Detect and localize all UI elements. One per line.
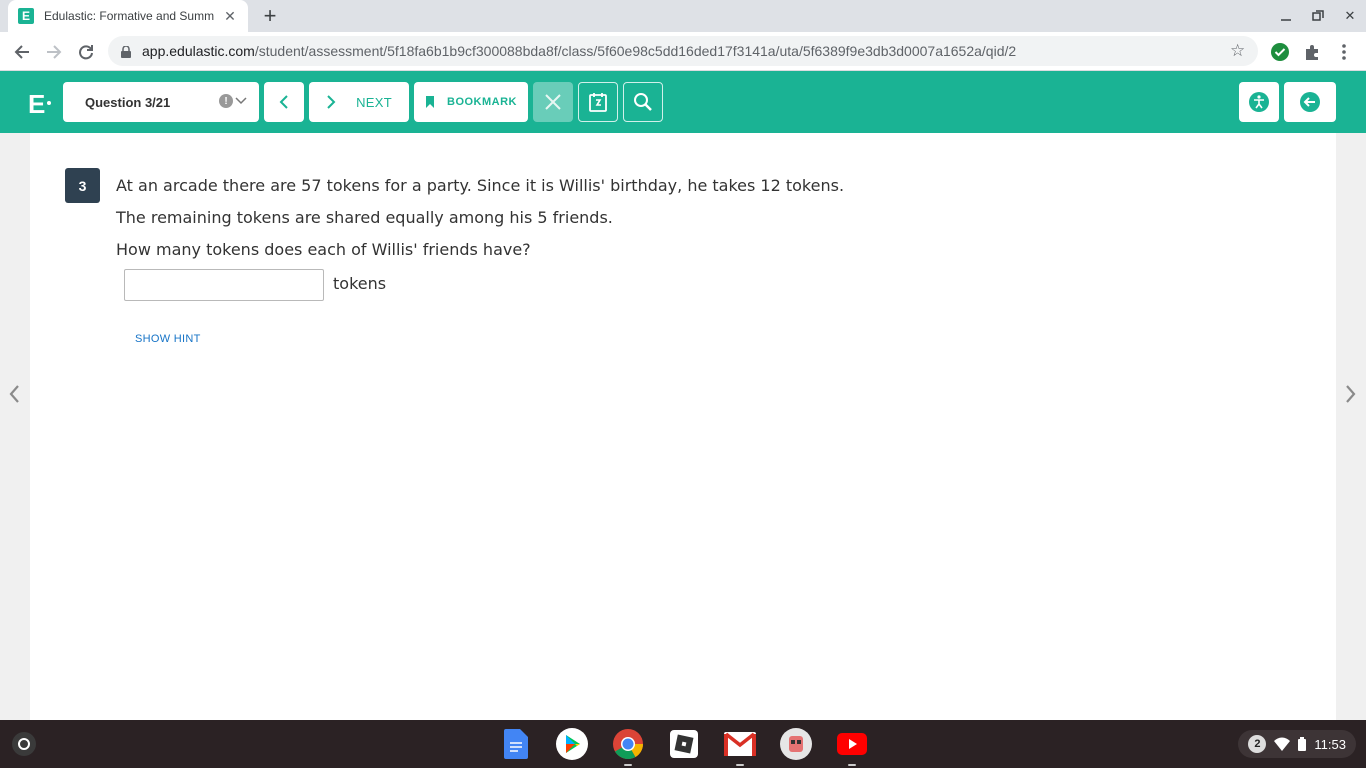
chevron-right-icon: [327, 95, 336, 109]
browser-toolbar: app.edulastic.com/student/assessment/5f1…: [0, 32, 1366, 71]
previous-question-button[interactable]: [264, 82, 304, 122]
extension-check-icon[interactable]: [1270, 42, 1290, 62]
browser-tab-strip: E Edulastic: Formative and Summ ✕ + ✕: [0, 0, 1366, 32]
search-icon: [634, 93, 652, 111]
lock-icon: [120, 45, 132, 58]
restore-icon[interactable]: [1307, 6, 1329, 26]
docs-icon[interactable]: [500, 728, 532, 760]
show-hint-link[interactable]: SHOW HINT: [135, 333, 201, 345]
exit-button[interactable]: [1284, 82, 1336, 122]
close-icon: [545, 94, 561, 110]
clock: 11:53: [1314, 736, 1346, 752]
youtube-icon[interactable]: [836, 728, 868, 766]
question-text-line-1: At an arcade there are 57 tokens for a p…: [116, 176, 845, 195]
minimize-icon[interactable]: [1275, 6, 1297, 26]
exit-arrow-icon: [1300, 92, 1320, 112]
running-indicator: [624, 764, 632, 766]
launcher-button[interactable]: [12, 732, 36, 756]
answer-eliminator-button[interactable]: [533, 82, 573, 122]
bookmark-label: BOOKMARK: [447, 96, 517, 108]
address-bar[interactable]: app.edulastic.com/student/assessment/5f1…: [108, 36, 1258, 66]
assessment-header: E Question 3/21 ! NEXT BOOKMARK: [0, 71, 1366, 133]
accessibility-icon: [1249, 92, 1269, 112]
notification-count-badge: 2: [1248, 735, 1267, 753]
edulastic-logo: E: [28, 89, 46, 119]
tab-title: Edulastic: Formative and Summ: [44, 9, 215, 23]
chrome-icon[interactable]: [612, 728, 644, 766]
next-button[interactable]: NEXT: [309, 82, 409, 122]
reload-icon[interactable]: [74, 40, 98, 64]
forward-icon[interactable]: [42, 40, 66, 64]
question-selector-label: Question 3/21: [85, 94, 171, 110]
os-shelf: 2 11:53: [0, 720, 1366, 768]
game-icon[interactable]: [780, 728, 812, 760]
next-label: NEXT: [356, 94, 392, 110]
play-store-icon[interactable]: [556, 728, 588, 760]
close-window-icon[interactable]: ✕: [1339, 6, 1361, 26]
launcher-circle-icon: [18, 738, 30, 750]
question-text-line-3: How many tokens does each of Willis' fri…: [116, 240, 531, 259]
gmail-icon[interactable]: [724, 728, 756, 766]
status-tray[interactable]: 2 11:53: [1238, 730, 1356, 758]
extensions-puzzle-icon[interactable]: [1302, 42, 1322, 62]
close-tab-icon[interactable]: ✕: [222, 8, 238, 25]
bookmark-button[interactable]: BOOKMARK: [414, 82, 528, 122]
running-indicator: [848, 764, 856, 766]
wifi-icon: [1274, 737, 1291, 751]
chevron-down-icon: [235, 94, 247, 108]
battery-icon: [1298, 737, 1307, 751]
bookmark-icon: [426, 96, 434, 108]
question-number-badge: 3: [65, 168, 100, 203]
scratchpad-button[interactable]: [578, 82, 618, 122]
edulastic-favicon-icon: E: [18, 8, 34, 24]
question-page: 3 At an arcade there are 57 tokens for a…: [30, 133, 1336, 720]
browser-menu-icon[interactable]: [1334, 42, 1354, 62]
previous-page-arrow-icon[interactable]: [8, 384, 20, 410]
accessibility-button[interactable]: [1239, 82, 1279, 122]
question-text-line-2: The remaining tokens are shared equally …: [116, 208, 613, 227]
calculator-notepad-icon: [589, 93, 607, 112]
browser-tab[interactable]: E Edulastic: Formative and Summ ✕: [8, 0, 248, 32]
roblox-icon[interactable]: [668, 728, 700, 760]
back-icon[interactable]: [10, 40, 34, 64]
url-text: app.edulastic.com/student/assessment/5f1…: [142, 43, 1017, 59]
next-page-arrow-icon[interactable]: [1345, 384, 1357, 410]
exclamation-icon: !: [219, 94, 233, 108]
magnifier-button[interactable]: [623, 82, 663, 122]
new-tab-button[interactable]: +: [258, 3, 282, 28]
chevron-left-icon: [279, 95, 288, 109]
running-indicator: [736, 764, 744, 766]
logo-dot: [47, 101, 51, 105]
answer-input[interactable]: [124, 269, 324, 301]
answer-unit-label: tokens: [333, 274, 387, 293]
question-selector[interactable]: Question 3/21 !: [63, 82, 259, 122]
